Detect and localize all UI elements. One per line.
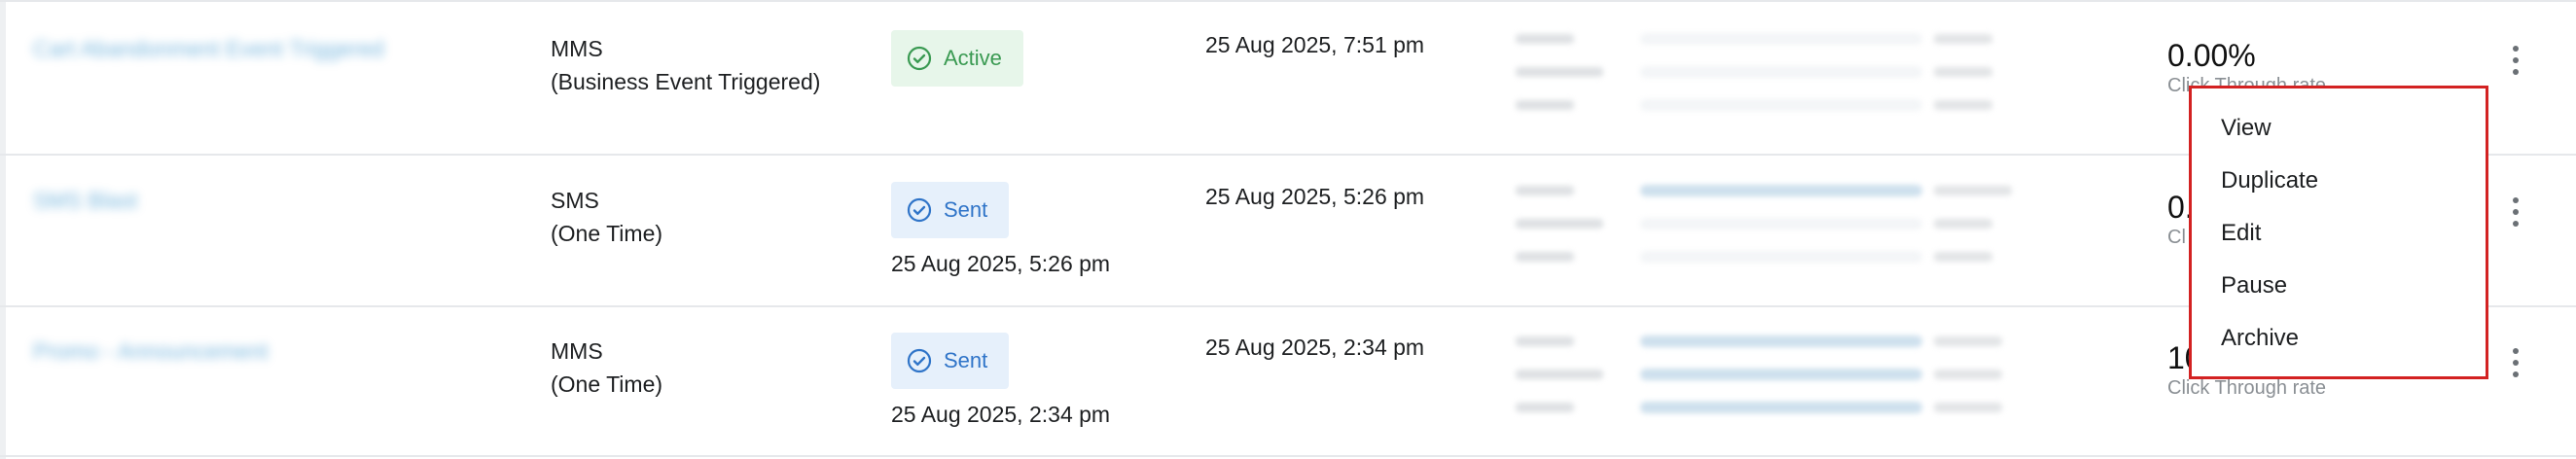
channel-trigger: (Business Event Triggered)	[551, 69, 821, 94]
stats-bars	[1516, 333, 2012, 430]
status-badge: Sent	[891, 333, 1010, 389]
campaign-name-link[interactable]: Promo - Announcement	[33, 338, 268, 365]
kebab-menu-icon[interactable]	[2506, 348, 2525, 377]
row-divider	[0, 0, 2576, 2]
created-date: 25 Aug 2025, 7:51 pm	[1205, 32, 1425, 57]
menu-item-edit[interactable]: Edit	[2221, 220, 2261, 247]
channel-cell: MMS (Business Event Triggered)	[551, 32, 820, 98]
channel-cell: SMS (One Time)	[551, 184, 662, 250]
stats-bars	[1516, 182, 2012, 279]
status-label: Active	[944, 46, 1002, 70]
click-through-rate-label: Cl	[2167, 227, 2186, 248]
campaign-name-link[interactable]: SMS Blast	[33, 188, 137, 214]
row-actions-menu: View Duplicate Edit Pause Archive	[2189, 86, 2488, 379]
menu-item-archive[interactable]: Archive	[2221, 325, 2299, 352]
status-label: Sent	[944, 197, 988, 222]
menu-item-view[interactable]: View	[2221, 115, 2272, 142]
channel-type: SMS	[551, 188, 599, 213]
menu-item-pause[interactable]: Pause	[2221, 272, 2287, 300]
stats-bars	[1516, 30, 2012, 127]
campaign-name-link[interactable]: Cart Abandonment Event Triggered	[33, 36, 384, 62]
channel-type: MMS	[551, 338, 603, 364]
channel-trigger: (One Time)	[551, 221, 663, 246]
click-through-rate: 0.00%	[2167, 38, 2256, 73]
status-badge: Active	[891, 30, 1023, 87]
kebab-menu-icon[interactable]	[2506, 197, 2525, 227]
channel-cell: MMS (One Time)	[551, 335, 662, 401]
kebab-menu-icon[interactable]	[2506, 46, 2525, 75]
status-badge: Sent	[891, 182, 1010, 238]
check-circle-icon	[907, 46, 932, 71]
status-date: 25 Aug 2025, 5:26 pm	[891, 251, 1111, 276]
check-circle-icon	[907, 197, 932, 223]
check-circle-icon	[907, 348, 932, 373]
menu-item-duplicate[interactable]: Duplicate	[2221, 167, 2318, 194]
status-label: Sent	[944, 348, 988, 372]
channel-trigger: (One Time)	[551, 371, 663, 397]
created-date: 25 Aug 2025, 5:26 pm	[1205, 184, 1425, 209]
status-date: 25 Aug 2025, 2:34 pm	[891, 402, 1111, 427]
channel-type: MMS	[551, 36, 603, 61]
click-through-rate-label: Click Through rate	[2167, 377, 2327, 399]
created-date: 25 Aug 2025, 2:34 pm	[1205, 335, 1425, 360]
